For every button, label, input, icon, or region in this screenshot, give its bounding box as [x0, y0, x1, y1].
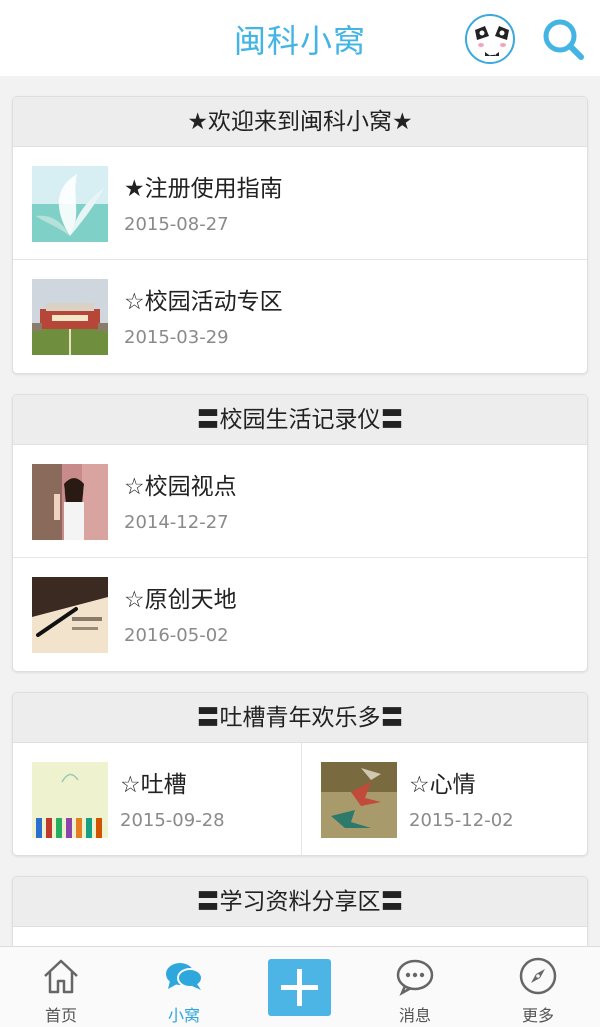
item-title: ★注册使用指南 [124, 176, 283, 202]
section-heading: 〓校园生活记录仪〓 [13, 395, 587, 445]
plus-icon [281, 969, 318, 1006]
section-card-campus-life: 〓校园生活记录仪〓 ☆校园视点 2014-12-27 ☆原创天地 2016-05… [12, 394, 588, 672]
colored-pencils-thumbnail [32, 762, 108, 838]
list-item[interactable]: ☆吐槽 2015-09-28 [13, 743, 301, 855]
section-card-welcome: ★欢迎来到闽科小窝★ ★注册使用指南 2015-08-27 ☆校园活动专区 20… [12, 96, 588, 374]
item-date: 2015-09-28 [120, 810, 225, 831]
item-title: ☆原创天地 [124, 587, 237, 613]
message-icon [395, 956, 435, 996]
compass-icon [518, 956, 558, 996]
list-item[interactable]: ☆原创天地 2016-05-02 [13, 558, 587, 671]
campus-building-thumbnail [32, 279, 108, 355]
item-date: 2015-12-02 [409, 810, 514, 831]
list-item[interactable]: ☆校园视点 2014-12-27 [13, 445, 587, 558]
app-root: 闽科小窝 ★欢迎来到闽科小窝★ ★注册使用指南 2015-08-27 ☆校园活动… [0, 0, 600, 1027]
item-title: ☆校园视点 [124, 474, 237, 500]
item-title: ☆心情 [409, 772, 476, 798]
paper-cranes-thumbnail [321, 762, 397, 838]
tab-label: 小窝 [167, 1006, 200, 1025]
item-title: ☆校园活动专区 [124, 289, 283, 315]
section-heading: ★欢迎来到闽科小窝★ [13, 97, 587, 147]
search-icon[interactable] [540, 16, 586, 62]
panda-avatar-icon[interactable] [465, 14, 515, 64]
tab-label: 首页 [44, 1006, 77, 1025]
section-heading: 〓学习资料分享区〓 [13, 877, 587, 927]
two-column-row: ☆吐槽 2015-09-28 ☆心情 2015-12-02 [13, 743, 587, 855]
tab-nest[interactable]: 小窝 [139, 947, 229, 1027]
tab-more[interactable]: 更多 [493, 947, 583, 1027]
add-post-button[interactable] [268, 959, 331, 1016]
tab-label: 消息 [398, 1006, 431, 1025]
item-date: 2015-08-27 [124, 214, 229, 235]
list-item[interactable]: ★注册使用指南 2015-08-27 [13, 147, 587, 260]
tab-home[interactable]: 首页 [16, 947, 106, 1027]
section-card-study: 〓学习资料分享区〓 [12, 876, 588, 946]
list-item[interactable]: ☆校园活动专区 2015-03-29 [13, 260, 587, 373]
item-title: ☆吐槽 [120, 772, 187, 798]
girl-tree-thumbnail [32, 464, 108, 540]
tab-messages[interactable]: 消息 [370, 947, 460, 1027]
flower-thumbnail [32, 166, 108, 242]
item-date: 2015-03-29 [124, 327, 229, 348]
feed-content[interactable]: ★欢迎来到闽科小窝★ ★注册使用指南 2015-08-27 ☆校园活动专区 20… [0, 76, 600, 946]
item-date: 2016-05-02 [124, 625, 229, 646]
item-date: 2014-12-27 [124, 512, 229, 533]
home-icon [41, 956, 81, 996]
list-item[interactable]: ☆心情 2015-12-02 [301, 743, 587, 855]
chat-bubbles-icon [164, 956, 204, 996]
section-card-fun: 〓吐槽青年欢乐多〓 ☆吐槽 2015-09-28 ☆心情 2015-12-02 [12, 692, 588, 856]
section-heading: 〓吐槽青年欢乐多〓 [13, 693, 587, 743]
pen-paper-thumbnail [32, 577, 108, 653]
tab-label: 更多 [521, 1006, 554, 1025]
bottom-tab-bar: 首页 小窝 消息 更多 [0, 946, 600, 1027]
top-header: 闽科小窝 [0, 0, 600, 76]
